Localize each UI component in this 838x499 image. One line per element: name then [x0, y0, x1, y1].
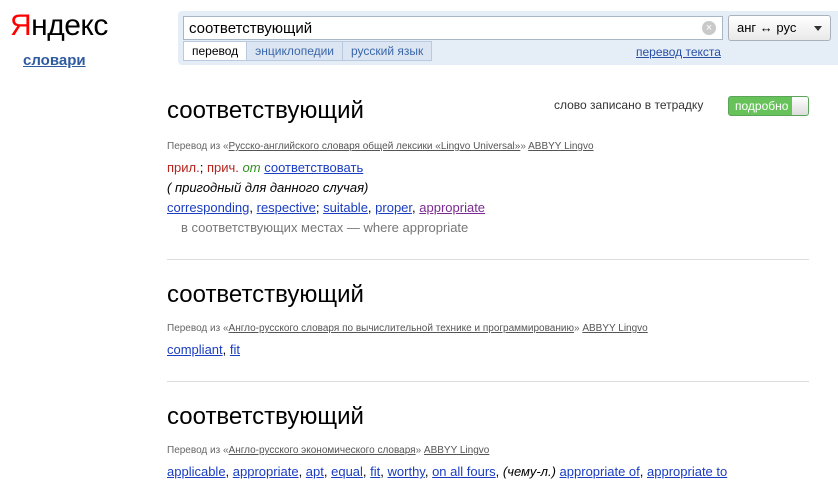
translation-link[interactable]: appropriate of: [560, 464, 640, 479]
pos-separator: ;: [199, 160, 207, 175]
search-box: ×: [183, 16, 723, 40]
dictionary-entry: соответствующий Перевод из «Русско-англи…: [167, 97, 809, 238]
search-input[interactable]: [184, 17, 699, 39]
usage-note: (чему-л.): [502, 464, 556, 479]
entry-divider: [167, 259, 809, 260]
usage-comment: ( пригодный для данного случая): [167, 180, 369, 195]
translation-link[interactable]: on all fours: [432, 464, 496, 479]
translation-link[interactable]: respective: [257, 200, 316, 215]
abbyy-lingvo-link[interactable]: ABBYY Lingvo: [424, 445, 489, 456]
logo-rest: ндекс: [31, 9, 108, 42]
entry-title: соответствующий: [167, 403, 364, 430]
translation-link[interactable]: fit: [230, 342, 240, 357]
dictionary-entry: соответствующий Перевод из «Англо-русско…: [167, 281, 809, 360]
entry-title: соответствующий: [167, 97, 364, 124]
translation-link[interactable]: worthy: [388, 464, 425, 479]
tab-encyclopedias[interactable]: энциклопедии: [247, 41, 344, 61]
translation-link[interactable]: appropriate: [233, 464, 299, 479]
abbyy-lingvo-link[interactable]: ABBYY Lingvo: [528, 141, 593, 152]
tab-translation[interactable]: перевод: [183, 41, 248, 61]
source-mid: »: [415, 445, 424, 456]
entry-source: Перевод из «Русско-английского словаря о…: [167, 140, 809, 154]
pos-adjective: прил.: [167, 160, 200, 175]
translation-link[interactable]: appropriate to: [647, 464, 727, 479]
dictionaries-link[interactable]: словари: [23, 52, 86, 69]
translation-link[interactable]: appropriate: [419, 200, 485, 215]
source-prefix: Перевод из «: [167, 323, 229, 334]
usage-example: в соответствующих местах — where appropr…: [181, 220, 469, 235]
entry-source: Перевод из «Англо-русского экономическог…: [167, 444, 809, 458]
dictionary-entry: соответствующий Перевод из «Англо-русско…: [167, 403, 809, 482]
search-tabs: перевод энциклопедии русский язык: [183, 41, 433, 61]
translation-link[interactable]: proper: [375, 200, 412, 215]
source-mid: »: [520, 141, 529, 152]
source-dictionary-link[interactable]: Англо-русского словаря по вычислительной…: [229, 323, 574, 334]
pos-participle: прич.: [206, 160, 239, 175]
translation-link[interactable]: fit: [370, 464, 380, 479]
entry-source: Перевод из «Англо-русского словаря по вы…: [167, 322, 809, 336]
from-marker: от: [242, 160, 261, 175]
language-pair-select[interactable]: анг ↔ рус: [728, 15, 831, 41]
translation-link[interactable]: compliant: [167, 342, 223, 357]
logo-first-letter: Я: [10, 9, 32, 42]
tab-russian-language[interactable]: русский язык: [343, 41, 433, 61]
translations-line: corresponding, respective; suitable, pro…: [167, 200, 486, 215]
entry-divider: [167, 381, 809, 382]
source-dictionary-link[interactable]: Англо-русского экономического словаря: [229, 445, 416, 456]
source-prefix: Перевод из «: [167, 141, 229, 152]
translations-line: compliant, fit: [167, 342, 240, 357]
source-dictionary-link[interactable]: Русско-английского словаря общей лексики…: [229, 141, 521, 152]
chevron-down-icon: [814, 26, 822, 31]
translation-link[interactable]: equal: [331, 464, 363, 479]
language-pair-label: анг ↔ рус: [737, 20, 797, 35]
translation-link[interactable]: corresponding: [167, 200, 249, 215]
translation-link[interactable]: apt: [306, 464, 324, 479]
search-panel: × анг ↔ рус перевод энциклопедии русский…: [178, 11, 838, 65]
base-word-link[interactable]: соответствовать: [264, 160, 363, 175]
part-of-speech-line: прил.; прич. от соответствовать: [167, 158, 809, 178]
source-prefix: Перевод из «: [167, 445, 229, 456]
entry-title: соответствующий: [167, 281, 364, 308]
translations-line: applicable, appropriate, apt, equal, fit…: [167, 464, 728, 479]
translation-link[interactable]: applicable: [167, 464, 226, 479]
abbyy-lingvo-link[interactable]: ABBYY Lingvo: [582, 323, 647, 334]
yandex-logo[interactable]: Яндекс: [10, 6, 108, 46]
text-translation-link[interactable]: перевод текста: [636, 45, 721, 59]
clear-icon[interactable]: ×: [702, 21, 716, 35]
translation-link[interactable]: suitable: [323, 200, 368, 215]
